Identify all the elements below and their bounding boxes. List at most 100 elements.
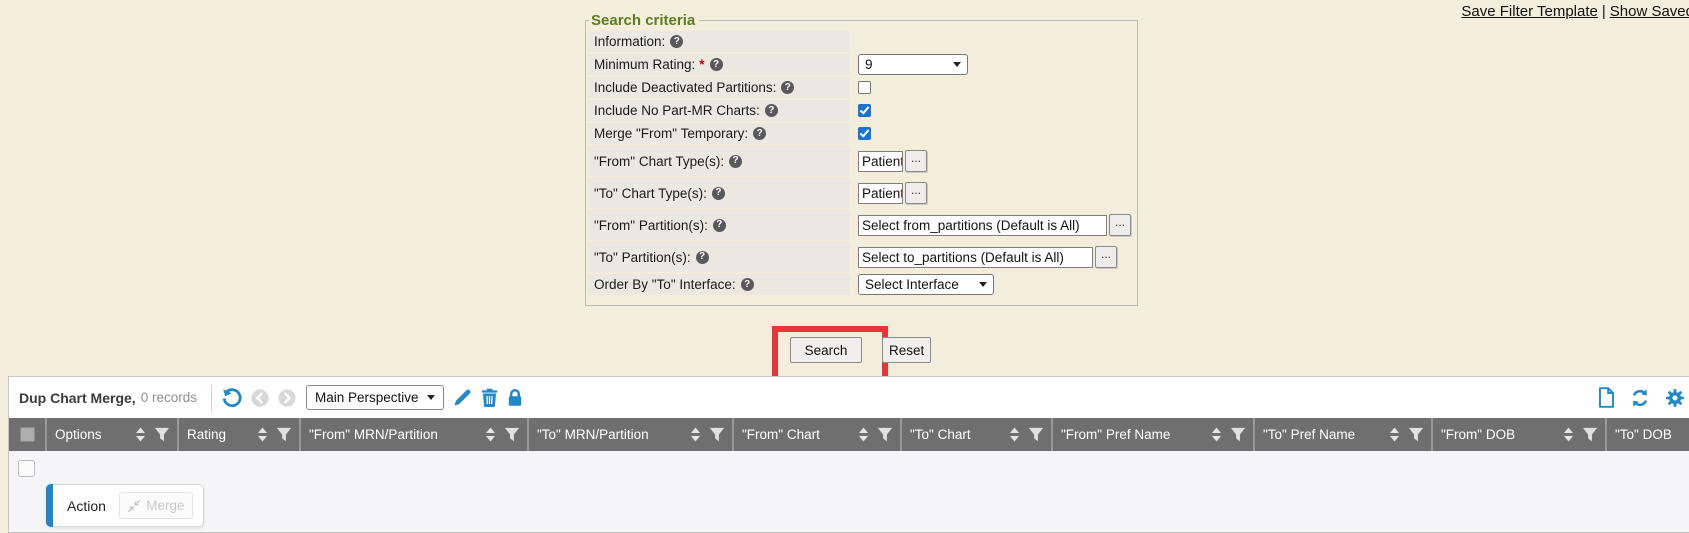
criteria-rows: Information:?Minimum Rating:*?9Include D… [588,31,1134,295]
criteria-row-order-by-to-interface: Order By "To" Interface:?Select Interfac… [588,274,1134,295]
include-no-part-mr-charts-label: Include No Part-MR Charts:? [588,100,850,121]
sort-arrows-icon[interactable] [257,427,268,442]
filter-funnel-icon[interactable] [1582,427,1598,442]
criteria-row-include-no-part-mr-charts: Include No Part-MR Charts:? [588,100,1134,121]
sort-arrows-icon[interactable] [690,427,701,442]
lock-icon[interactable] [507,388,523,407]
grid-body: Action Merge [9,451,1689,532]
column-header-from-mrn-partition[interactable]: "From" MRN/Partition [299,418,527,451]
from-chart-types-input[interactable]: Patient [858,151,903,172]
column-header-from-pref-name[interactable]: "From" Pref Name [1051,418,1253,451]
required-asterisk: * [699,57,704,72]
column-header-to-mrn-partition[interactable]: "To" MRN/Partition [527,418,732,451]
filter-funnel-icon[interactable] [276,427,292,442]
help-icon[interactable]: ? [741,278,754,291]
filter-funnel-icon[interactable] [154,427,170,442]
sort-arrows-icon[interactable] [135,427,146,442]
column-label: "From" Chart [742,427,850,442]
undo-icon[interactable] [221,387,242,408]
order-by-to-interface-select[interactable]: Select Interface [858,274,994,295]
order-by-to-interface-value: Select Interface [865,277,959,292]
column-header-options[interactable]: Options [45,418,177,451]
reset-button[interactable]: Reset [882,337,931,363]
filter-funnel-icon[interactable] [1408,427,1424,442]
help-icon[interactable]: ? [781,81,794,94]
help-icon[interactable]: ? [753,127,766,140]
filter-funnel-icon[interactable] [504,427,520,442]
help-icon[interactable]: ? [713,219,726,232]
perspective-select[interactable]: Main Perspective [306,385,444,410]
include-no-part-mr-charts-control [858,104,871,117]
minimum-rating-label: Minimum Rating:*? [588,54,850,75]
help-icon[interactable]: ? [696,251,709,264]
document-icon[interactable] [1598,387,1615,408]
sort-arrows-icon[interactable] [1389,427,1400,442]
dup-chart-merge-grid-panel: Dup Chart Merge, 0 records Main Perspect… [8,376,1689,533]
criteria-row-from-chart-types: "From" Chart Type(s):?Patient... [588,146,1134,176]
help-icon[interactable]: ? [710,58,723,71]
to-chart-types-label: "To" Chart Type(s):? [588,178,850,208]
to-chart-types-control: Patient... [858,182,927,204]
column-label: "To" Chart [910,427,1001,442]
sort-arrows-icon[interactable] [1563,427,1574,442]
help-icon[interactable]: ? [729,155,742,168]
filter-funnel-icon[interactable] [1230,427,1246,442]
save-filter-template-link[interactable]: Save Filter Template [1461,3,1597,20]
sort-arrows-icon[interactable] [1009,427,1020,442]
to-chart-types-browse-button[interactable]: ... [905,182,927,204]
chevron-down-icon [953,62,961,67]
filter-funnel-icon[interactable] [877,427,893,442]
row-checkbox[interactable] [18,460,35,477]
merge-from-temporary-checkbox[interactable] [858,127,871,140]
to-partitions-browse-button[interactable]: ... [1095,246,1117,268]
column-header-rating[interactable]: Rating [177,418,299,451]
column-header-to-chart[interactable]: "To" Chart [900,418,1051,451]
column-header-to-pref-name[interactable]: "To" Pref Name [1253,418,1431,451]
criteria-row-from-partitions: "From" Partition(s):?Select from_partiti… [588,210,1134,240]
filter-funnel-icon[interactable] [1028,427,1044,442]
sort-arrows-icon[interactable] [485,427,496,442]
merge-label: Merge [146,498,184,513]
grid-record-count: 0 records [141,390,197,405]
criteria-row-to-partitions: "To" Partition(s):?Select to_partitions … [588,242,1134,272]
search-button[interactable]: Search [790,337,862,363]
to-partitions-input[interactable]: Select to_partitions (Default is All) [858,247,1093,268]
merge-button[interactable]: Merge [119,492,193,519]
minimum-rating-control: 9 [858,54,968,75]
help-icon[interactable]: ? [712,187,725,200]
column-label: "To" Pref Name [1263,427,1381,442]
column-header-from-chart[interactable]: "From" Chart [732,418,900,451]
to-chart-types-input[interactable]: Patient [858,183,903,204]
sort-arrows-icon[interactable] [858,427,869,442]
include-no-part-mr-charts-checkbox[interactable] [858,104,871,117]
gear-icon[interactable] [1665,388,1685,408]
filter-funnel-icon[interactable] [709,427,725,442]
chevron-left-circle-icon[interactable] [251,389,269,407]
column-header-to-dob[interactable]: "To" DOB [1605,418,1689,451]
grid-header-row: Options Rating "From" MRN/Partition "To"… [9,418,1689,451]
select-all-checkbox[interactable] [20,427,35,442]
from-partitions-browse-button[interactable]: ... [1109,214,1131,236]
refresh-icon[interactable] [1630,388,1650,408]
include-deactivated-partitions-checkbox[interactable] [858,81,871,94]
help-icon[interactable]: ? [670,35,683,48]
sort-arrows-icon[interactable] [1211,427,1222,442]
toolbar-divider [211,385,212,411]
column-header-from-dob[interactable]: "From" DOB [1431,418,1605,451]
chevron-right-circle-icon[interactable] [278,389,296,407]
help-icon[interactable]: ? [765,104,778,117]
action-label: Action [67,498,106,514]
merge-from-temporary-control [858,127,871,140]
trash-icon[interactable] [481,388,498,407]
search-criteria-fieldset: Search criteria Information:?Minimum Rat… [585,12,1138,306]
page: Save Filter Template|Show Saved Search c… [0,0,1689,533]
order-by-to-interface-control: Select Interface [858,274,994,295]
from-chart-types-browse-button[interactable]: ... [905,150,927,172]
from-partitions-input[interactable]: Select from_partitions (Default is All) [858,215,1107,236]
pencil-icon[interactable] [453,388,472,407]
column-label: "From" DOB [1441,427,1555,442]
select-all-header-cell [9,418,45,451]
minimum-rating-select[interactable]: 9 [858,54,968,75]
show-saved-link[interactable]: Show Saved [1610,3,1689,20]
merge-from-temporary-label: Merge "From" Temporary:? [588,123,850,144]
